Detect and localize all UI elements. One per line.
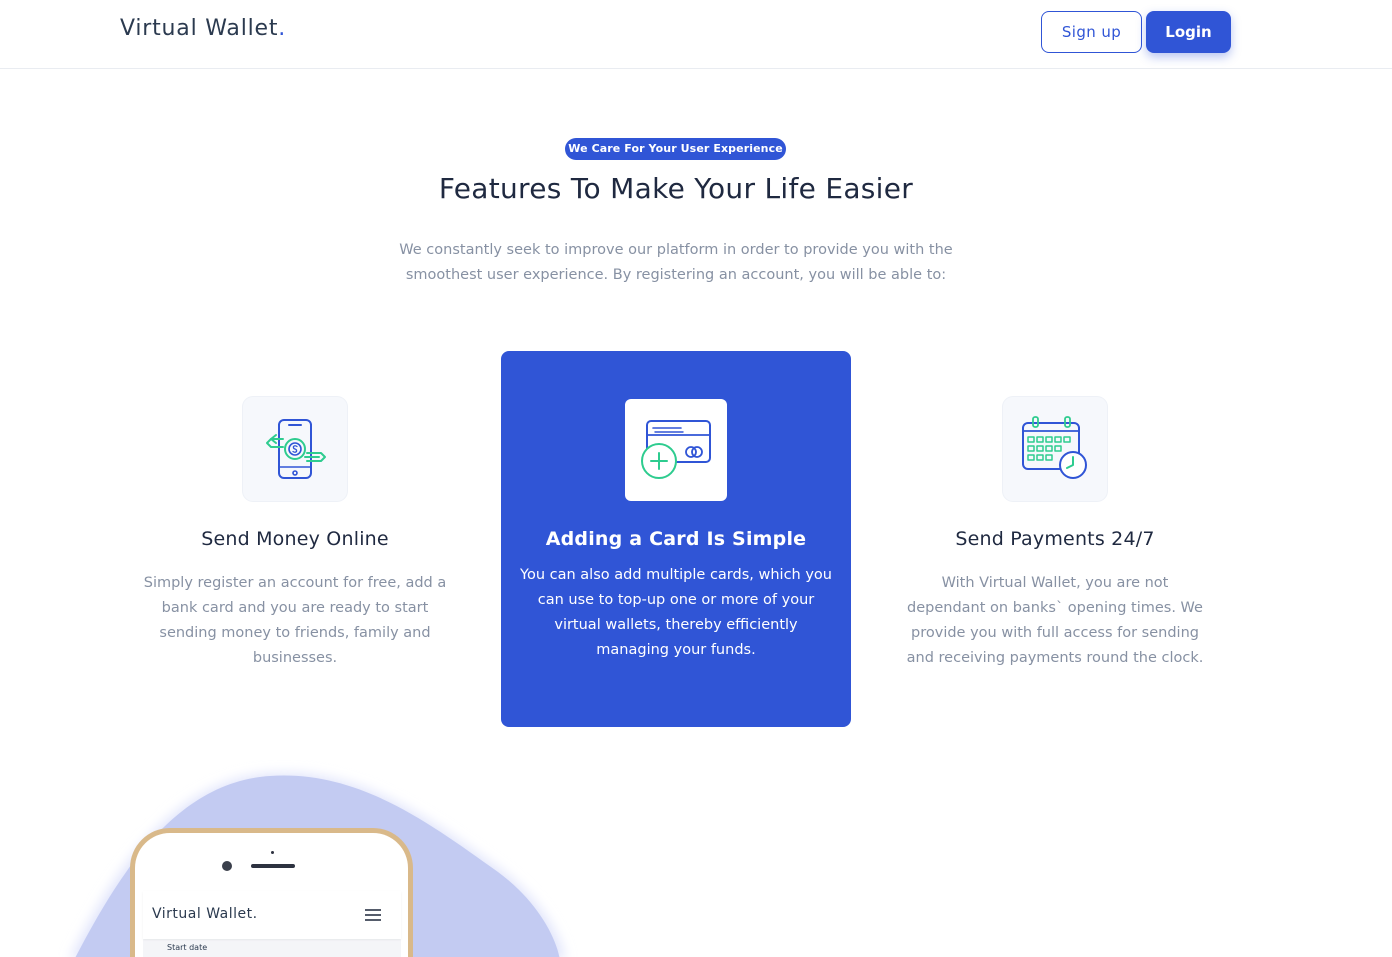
feature-icon-box — [625, 399, 727, 501]
feature-text: Simply register an account for free, add… — [143, 575, 447, 666]
feature-icon-box — [243, 397, 347, 501]
section-lead: We constantly seek to improve our platfo… — [399, 242, 953, 283]
feature-card-add-card: Adding a Card Is Simple You can also add… — [501, 351, 851, 727]
phone-camera — [222, 861, 232, 871]
calendar-clock-icon — [1022, 416, 1087, 479]
feature-title: Send Payments 24/7 — [955, 528, 1155, 550]
signup-button[interactable]: Sign up — [1041, 11, 1142, 53]
phone-start-date-label: Start date — [167, 943, 208, 952]
section-title: Features To Make Your Life Easier — [438, 172, 914, 205]
add-card-icon — [641, 420, 711, 479]
feature-text: You can also add multiple cards, which y… — [520, 567, 832, 658]
phone-screen: Virtual Wallet. Start date — [143, 891, 401, 957]
phone-sensor — [271, 851, 274, 854]
feature-text: With Virtual Wallet, you are not dependa… — [906, 575, 1204, 666]
brand-logo[interactable]: Virtual Wallet. — [120, 16, 286, 41]
feature-title: Adding a Card Is Simple — [545, 528, 807, 550]
phone-speaker — [251, 864, 295, 868]
brand-dot: . — [278, 16, 287, 41]
phone-money-transfer-icon — [266, 419, 326, 479]
phone-navbar: Virtual Wallet. — [143, 891, 401, 939]
section-badge: We Care For Your User Experience — [565, 138, 786, 160]
phone-mockup: Virtual Wallet. Start date — [130, 828, 413, 957]
top-navbar: Virtual Wallet. Sign up Login — [0, 0, 1392, 69]
brand-name: Virtual Wallet — [120, 16, 279, 41]
feature-icon-box — [1003, 397, 1107, 501]
phone-brand: Virtual Wallet. — [152, 906, 258, 922]
feature-card-send-payments: Send Payments 24/7 With Virtual Wallet, … — [880, 351, 1230, 727]
feature-title: Send Money Online — [201, 528, 389, 550]
hamburger-menu-icon — [365, 909, 381, 924]
feature-card-send-money: Send Money Online Simply register an acc… — [120, 351, 470, 727]
login-button[interactable]: Login — [1146, 11, 1231, 53]
